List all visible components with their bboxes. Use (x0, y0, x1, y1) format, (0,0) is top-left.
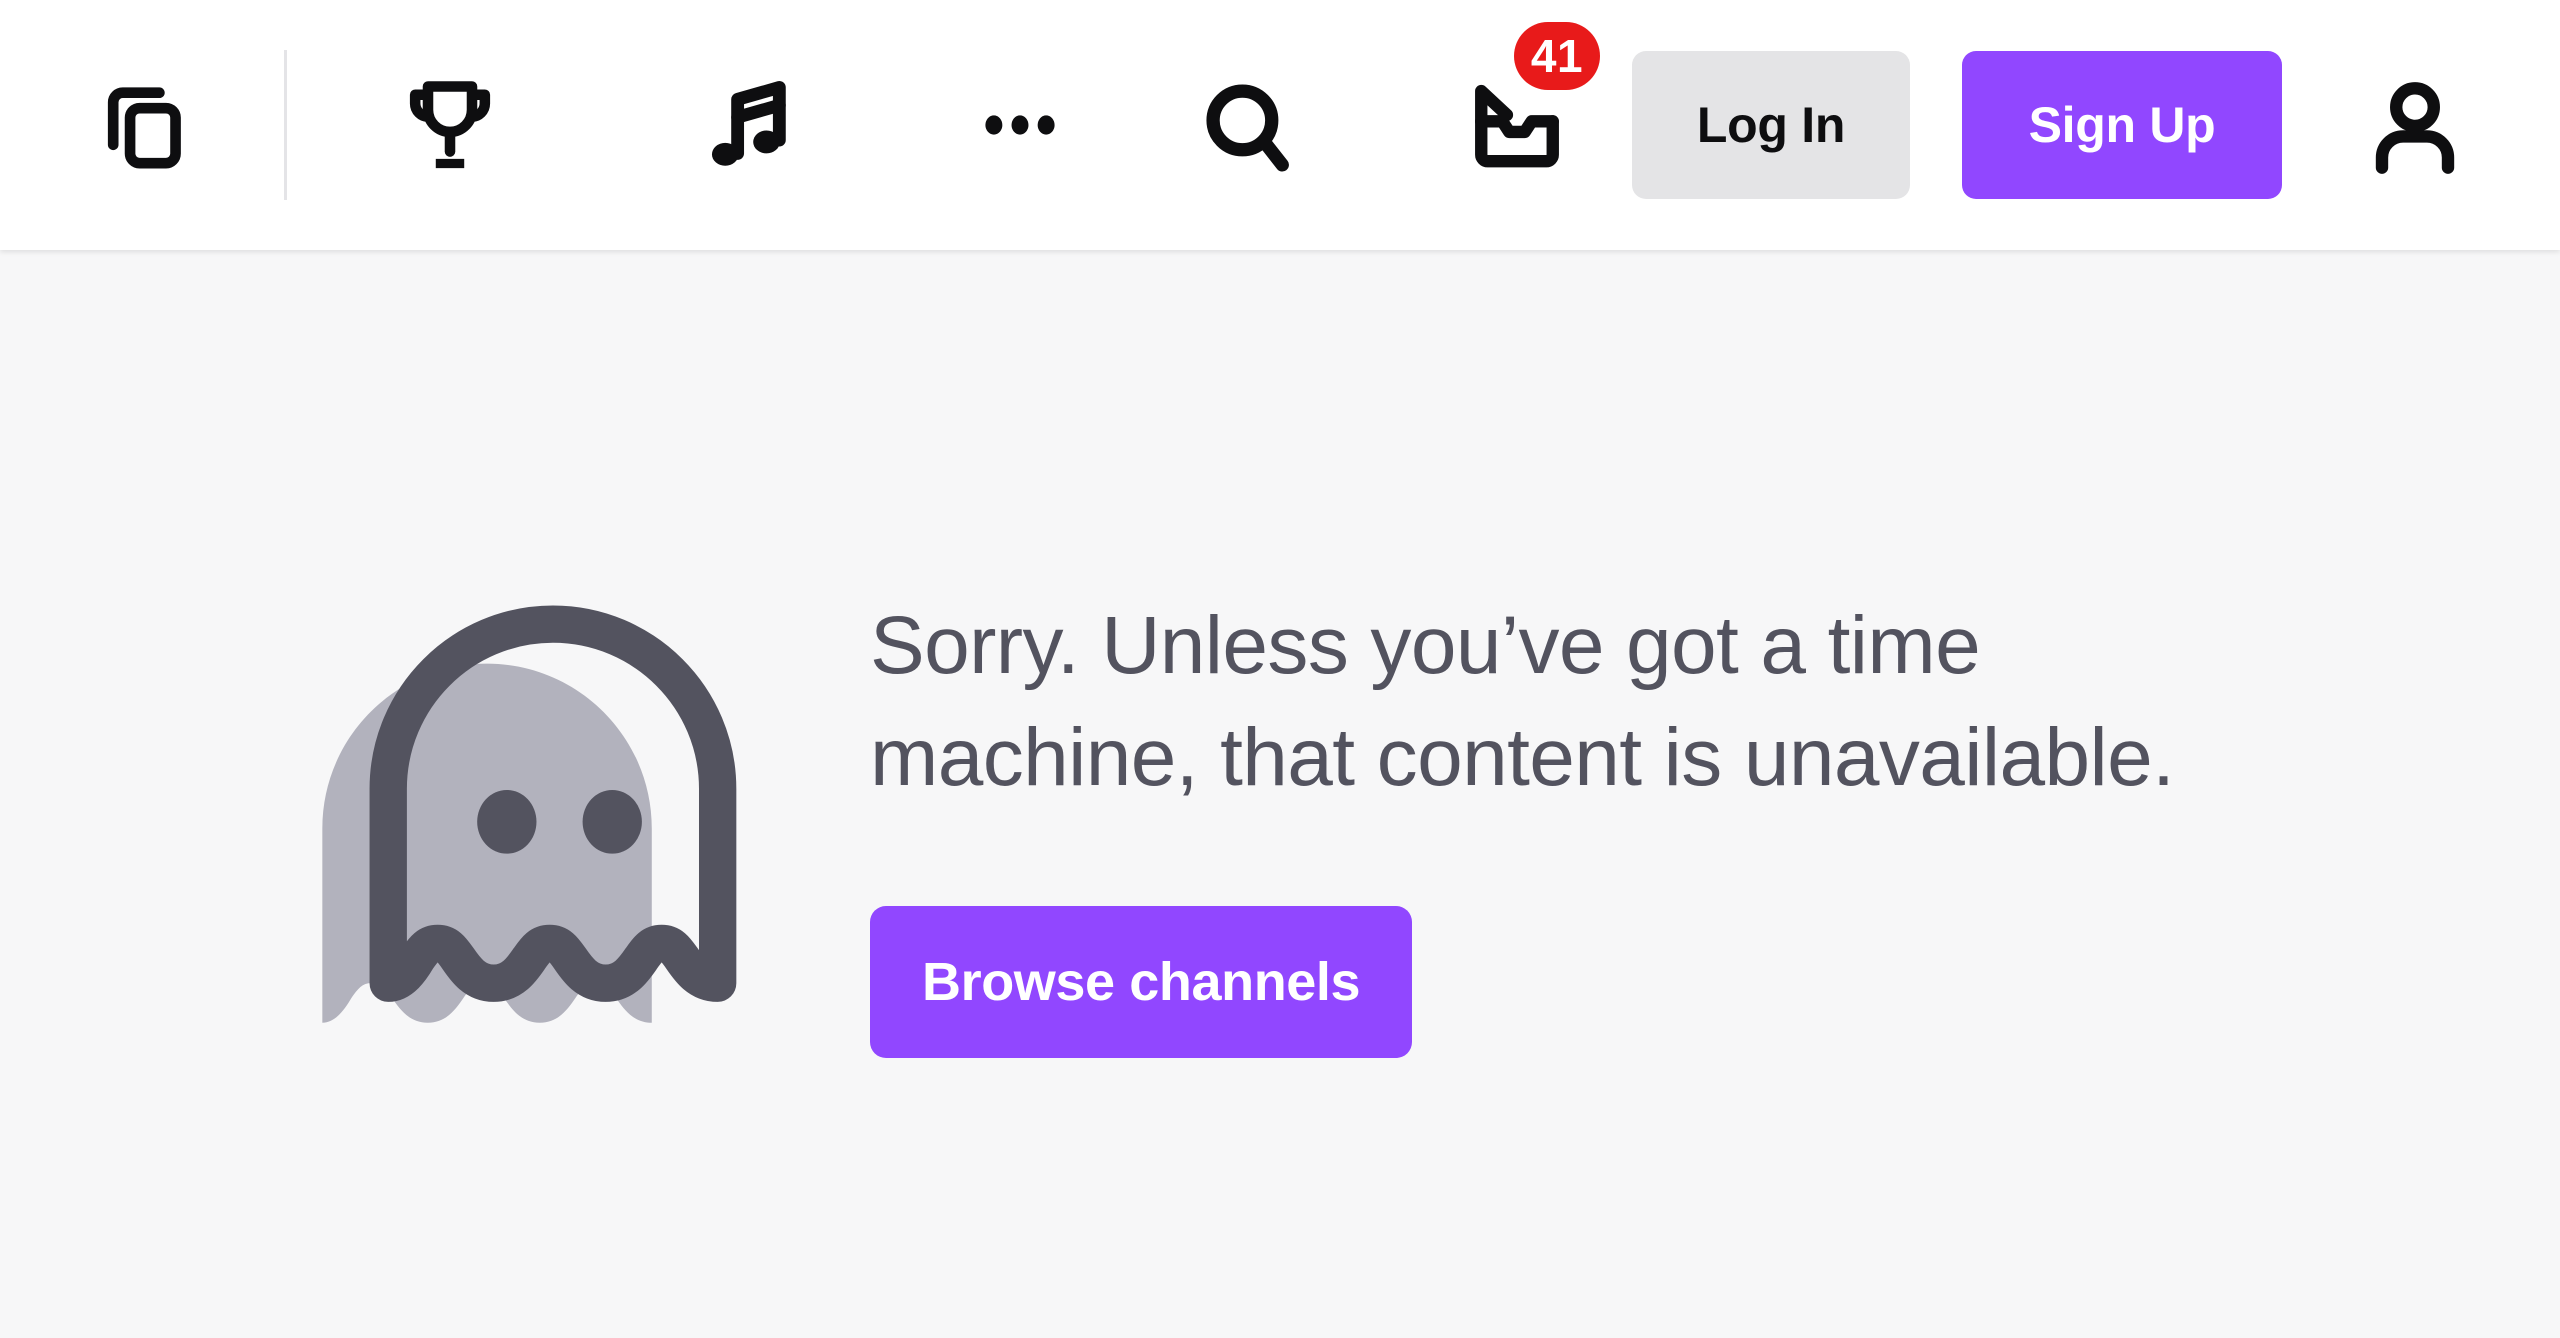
app-root: 41 Log In Sign Up Sorry. Unless you’ve g… (0, 0, 2560, 1338)
more-icon-glyph (985, 115, 1055, 135)
music-icon[interactable] (695, 70, 805, 180)
ghost-illustration (300, 589, 740, 1059)
trophy-icon[interactable] (395, 70, 505, 180)
music-icon-glyph (711, 80, 786, 166)
error-block: Sorry. Unless you’ve got a time machine,… (300, 589, 2180, 1059)
avatar-icon-glyph (2375, 82, 2455, 174)
error-text-group: Sorry. Unless you’ve got a time machine,… (870, 590, 2180, 1059)
search-icon-glyph (1206, 84, 1289, 172)
more-icon[interactable] (965, 70, 1075, 180)
nav-divider (284, 50, 287, 200)
notification-badge: 41 (1514, 22, 1600, 90)
ghost-left-eye (477, 789, 537, 854)
search-icon[interactable] (1192, 70, 1302, 180)
top-navigation-bar: 41 Log In Sign Up (0, 0, 2560, 250)
copy-icon[interactable] (100, 70, 188, 180)
avatar-icon[interactable] (2360, 70, 2470, 180)
nav-right-group: 41 Log In Sign Up (1192, 22, 2560, 199)
ghost-right-eye (582, 789, 642, 854)
sign-up-button[interactable]: Sign Up (1962, 51, 2282, 199)
copy-icon-glyph (107, 87, 181, 169)
ghost-illustration-glyph (322, 605, 737, 1023)
trophy-icon-glyph (409, 81, 491, 169)
main-content: Sorry. Unless you’ve got a time machine,… (0, 250, 2560, 1338)
error-message: Sorry. Unless you’ve got a time machine,… (870, 599, 2175, 803)
inbox-button[interactable]: 41 (1462, 22, 1600, 180)
browse-channels-button[interactable]: Browse channels (870, 906, 1413, 1059)
nav-left-group (0, 50, 1075, 200)
log-in-button[interactable]: Log In (1632, 51, 1910, 199)
